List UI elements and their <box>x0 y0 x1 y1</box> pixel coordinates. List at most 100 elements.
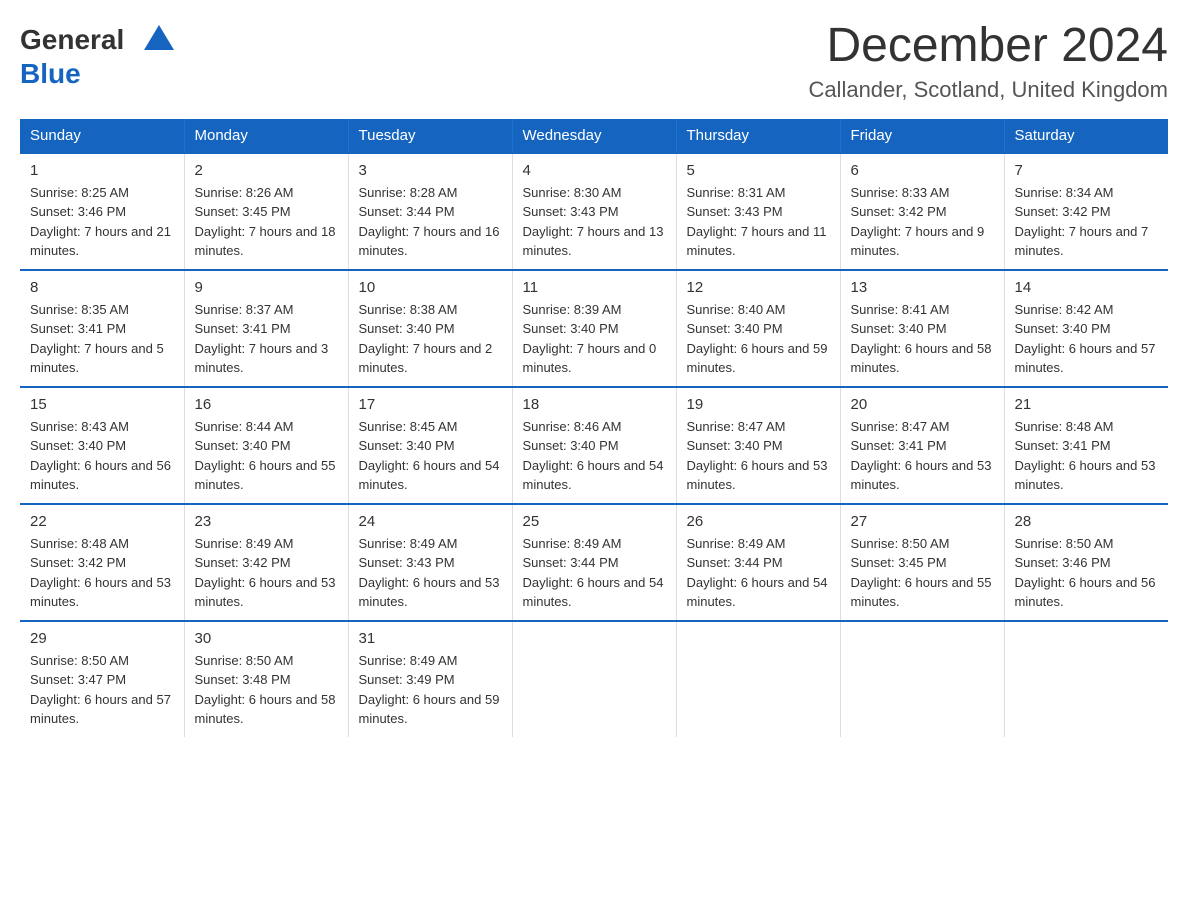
day-number: 19 <box>687 396 830 413</box>
day-info: Sunrise: 8:31 AM Sunset: 3:43 PM Dayligh… <box>687 183 830 261</box>
table-row: 24 Sunrise: 8:49 AM Sunset: 3:43 PM Dayl… <box>348 504 512 621</box>
table-row: 22 Sunrise: 8:48 AM Sunset: 3:42 PM Dayl… <box>20 504 184 621</box>
table-row <box>512 621 676 737</box>
table-row: 14 Sunrise: 8:42 AM Sunset: 3:40 PM Dayl… <box>1004 270 1168 387</box>
calendar-header-row: Sunday Monday Tuesday Wednesday Thursday… <box>20 119 1168 153</box>
day-number: 25 <box>523 513 666 530</box>
table-row: 7 Sunrise: 8:34 AM Sunset: 3:42 PM Dayli… <box>1004 153 1168 270</box>
table-row: 17 Sunrise: 8:45 AM Sunset: 3:40 PM Dayl… <box>348 387 512 504</box>
day-info: Sunrise: 8:49 AM Sunset: 3:49 PM Dayligh… <box>359 651 502 729</box>
day-number: 21 <box>1015 396 1159 413</box>
day-info: Sunrise: 8:50 AM Sunset: 3:45 PM Dayligh… <box>851 534 994 612</box>
day-number: 30 <box>195 630 338 647</box>
calendar-week-row: 8 Sunrise: 8:35 AM Sunset: 3:41 PM Dayli… <box>20 270 1168 387</box>
day-info: Sunrise: 8:34 AM Sunset: 3:42 PM Dayligh… <box>1015 183 1159 261</box>
table-row <box>676 621 840 737</box>
day-number: 10 <box>359 279 502 296</box>
col-wednesday: Wednesday <box>512 119 676 153</box>
day-info: Sunrise: 8:26 AM Sunset: 3:45 PM Dayligh… <box>195 183 338 261</box>
page-header: General Blue December 2024 Callander, Sc… <box>20 20 1168 103</box>
table-row: 21 Sunrise: 8:48 AM Sunset: 3:41 PM Dayl… <box>1004 387 1168 504</box>
day-info: Sunrise: 8:42 AM Sunset: 3:40 PM Dayligh… <box>1015 300 1159 378</box>
table-row: 8 Sunrise: 8:35 AM Sunset: 3:41 PM Dayli… <box>20 270 184 387</box>
day-info: Sunrise: 8:33 AM Sunset: 3:42 PM Dayligh… <box>851 183 994 261</box>
col-saturday: Saturday <box>1004 119 1168 153</box>
col-tuesday: Tuesday <box>348 119 512 153</box>
day-info: Sunrise: 8:39 AM Sunset: 3:40 PM Dayligh… <box>523 300 666 378</box>
calendar-week-row: 1 Sunrise: 8:25 AM Sunset: 3:46 PM Dayli… <box>20 153 1168 270</box>
table-row <box>1004 621 1168 737</box>
day-number: 5 <box>687 162 830 179</box>
location-title: Callander, Scotland, United Kingdom <box>808 77 1168 103</box>
table-row: 10 Sunrise: 8:38 AM Sunset: 3:40 PM Dayl… <box>348 270 512 387</box>
col-friday: Friday <box>840 119 1004 153</box>
day-number: 28 <box>1015 513 1159 530</box>
day-number: 26 <box>687 513 830 530</box>
table-row: 3 Sunrise: 8:28 AM Sunset: 3:44 PM Dayli… <box>348 153 512 270</box>
day-info: Sunrise: 8:40 AM Sunset: 3:40 PM Dayligh… <box>687 300 830 378</box>
table-row: 12 Sunrise: 8:40 AM Sunset: 3:40 PM Dayl… <box>676 270 840 387</box>
day-number: 13 <box>851 279 994 296</box>
day-number: 7 <box>1015 162 1159 179</box>
day-number: 18 <box>523 396 666 413</box>
table-row: 5 Sunrise: 8:31 AM Sunset: 3:43 PM Dayli… <box>676 153 840 270</box>
table-row: 18 Sunrise: 8:46 AM Sunset: 3:40 PM Dayl… <box>512 387 676 504</box>
day-number: 2 <box>195 162 338 179</box>
day-info: Sunrise: 8:50 AM Sunset: 3:46 PM Dayligh… <box>1015 534 1159 612</box>
table-row: 6 Sunrise: 8:33 AM Sunset: 3:42 PM Dayli… <box>840 153 1004 270</box>
day-number: 24 <box>359 513 502 530</box>
table-row: 19 Sunrise: 8:47 AM Sunset: 3:40 PM Dayl… <box>676 387 840 504</box>
table-row: 28 Sunrise: 8:50 AM Sunset: 3:46 PM Dayl… <box>1004 504 1168 621</box>
day-info: Sunrise: 8:25 AM Sunset: 3:46 PM Dayligh… <box>30 183 174 261</box>
table-row: 27 Sunrise: 8:50 AM Sunset: 3:45 PM Dayl… <box>840 504 1004 621</box>
table-row: 1 Sunrise: 8:25 AM Sunset: 3:46 PM Dayli… <box>20 153 184 270</box>
month-title: December 2024 <box>808 20 1168 73</box>
table-row: 31 Sunrise: 8:49 AM Sunset: 3:49 PM Dayl… <box>348 621 512 737</box>
col-thursday: Thursday <box>676 119 840 153</box>
calendar-week-row: 22 Sunrise: 8:48 AM Sunset: 3:42 PM Dayl… <box>20 504 1168 621</box>
calendar-week-row: 15 Sunrise: 8:43 AM Sunset: 3:40 PM Dayl… <box>20 387 1168 504</box>
day-number: 4 <box>523 162 666 179</box>
table-row: 13 Sunrise: 8:41 AM Sunset: 3:40 PM Dayl… <box>840 270 1004 387</box>
table-row <box>840 621 1004 737</box>
day-info: Sunrise: 8:30 AM Sunset: 3:43 PM Dayligh… <box>523 183 666 261</box>
table-row: 9 Sunrise: 8:37 AM Sunset: 3:41 PM Dayli… <box>184 270 348 387</box>
day-info: Sunrise: 8:45 AM Sunset: 3:40 PM Dayligh… <box>359 417 502 495</box>
table-row: 11 Sunrise: 8:39 AM Sunset: 3:40 PM Dayl… <box>512 270 676 387</box>
day-number: 17 <box>359 396 502 413</box>
day-info: Sunrise: 8:48 AM Sunset: 3:41 PM Dayligh… <box>1015 417 1159 495</box>
day-number: 31 <box>359 630 502 647</box>
title-block: December 2024 Callander, Scotland, Unite… <box>808 20 1168 103</box>
day-info: Sunrise: 8:50 AM Sunset: 3:47 PM Dayligh… <box>30 651 174 729</box>
table-row: 2 Sunrise: 8:26 AM Sunset: 3:45 PM Dayli… <box>184 153 348 270</box>
day-info: Sunrise: 8:50 AM Sunset: 3:48 PM Dayligh… <box>195 651 338 729</box>
table-row: 16 Sunrise: 8:44 AM Sunset: 3:40 PM Dayl… <box>184 387 348 504</box>
day-info: Sunrise: 8:37 AM Sunset: 3:41 PM Dayligh… <box>195 300 338 378</box>
col-monday: Monday <box>184 119 348 153</box>
day-number: 12 <box>687 279 830 296</box>
day-info: Sunrise: 8:28 AM Sunset: 3:44 PM Dayligh… <box>359 183 502 261</box>
day-info: Sunrise: 8:41 AM Sunset: 3:40 PM Dayligh… <box>851 300 994 378</box>
day-number: 16 <box>195 396 338 413</box>
day-info: Sunrise: 8:49 AM Sunset: 3:43 PM Dayligh… <box>359 534 502 612</box>
calendar-table: Sunday Monday Tuesday Wednesday Thursday… <box>20 119 1168 737</box>
day-info: Sunrise: 8:38 AM Sunset: 3:40 PM Dayligh… <box>359 300 502 378</box>
day-info: Sunrise: 8:46 AM Sunset: 3:40 PM Dayligh… <box>523 417 666 495</box>
day-number: 14 <box>1015 279 1159 296</box>
day-number: 8 <box>30 279 174 296</box>
day-number: 3 <box>359 162 502 179</box>
table-row: 30 Sunrise: 8:50 AM Sunset: 3:48 PM Dayl… <box>184 621 348 737</box>
col-sunday: Sunday <box>20 119 184 153</box>
calendar-week-row: 29 Sunrise: 8:50 AM Sunset: 3:47 PM Dayl… <box>20 621 1168 737</box>
table-row: 4 Sunrise: 8:30 AM Sunset: 3:43 PM Dayli… <box>512 153 676 270</box>
day-info: Sunrise: 8:43 AM Sunset: 3:40 PM Dayligh… <box>30 417 174 495</box>
table-row: 20 Sunrise: 8:47 AM Sunset: 3:41 PM Dayl… <box>840 387 1004 504</box>
logo-icon <box>124 20 174 60</box>
day-number: 29 <box>30 630 174 647</box>
table-row: 29 Sunrise: 8:50 AM Sunset: 3:47 PM Dayl… <box>20 621 184 737</box>
day-number: 11 <box>523 279 666 296</box>
day-info: Sunrise: 8:49 AM Sunset: 3:42 PM Dayligh… <box>195 534 338 612</box>
day-number: 23 <box>195 513 338 530</box>
logo-blue-text: Blue <box>20 58 81 89</box>
day-info: Sunrise: 8:48 AM Sunset: 3:42 PM Dayligh… <box>30 534 174 612</box>
